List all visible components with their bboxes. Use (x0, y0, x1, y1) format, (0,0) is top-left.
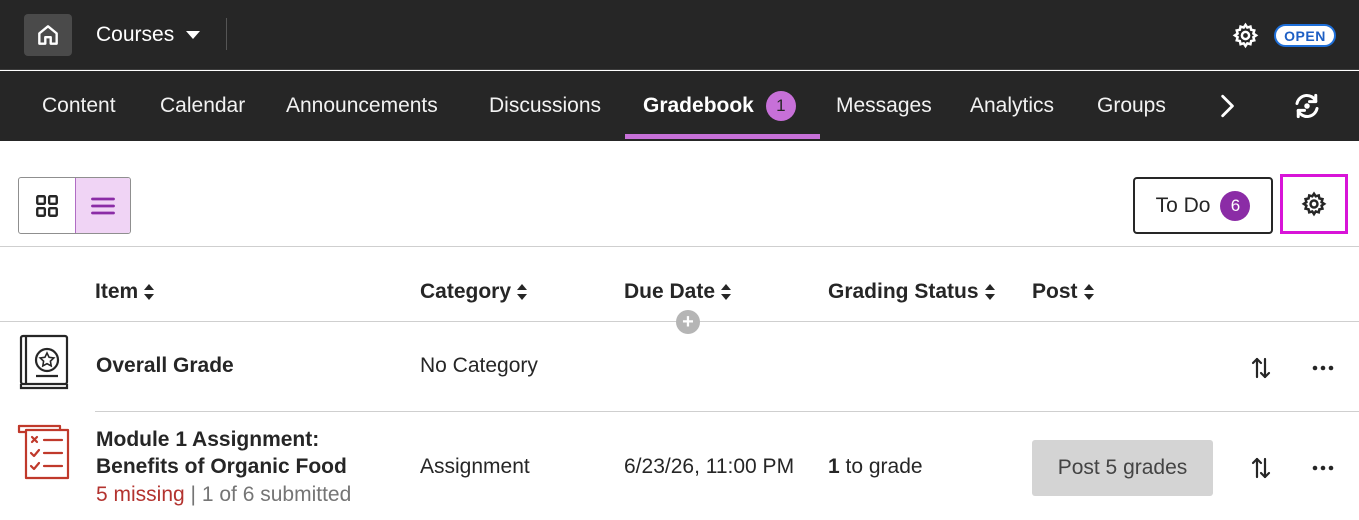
list-icon (90, 197, 115, 214)
chevron-right-icon[interactable] (1214, 93, 1240, 119)
item-category: No Category (420, 354, 538, 377)
todo-count-badge: 6 (1220, 190, 1251, 221)
header-label: Post (1032, 280, 1078, 303)
gear-icon[interactable] (1232, 22, 1259, 49)
item-name-line2[interactable]: Benefits of Organic Food (96, 455, 347, 479)
item-due-date: 6/23/26, 11:00 PM (624, 455, 795, 478)
top-bar: Courses OPEN (0, 0, 1359, 70)
grading-status[interactable]: 1 to grade (828, 455, 923, 479)
tab-messages[interactable]: Messages (836, 71, 932, 141)
grid-icon (35, 194, 58, 217)
add-column-button[interactable]: + (676, 310, 700, 334)
tab-analytics[interactable]: Analytics (970, 71, 1054, 141)
gear-icon (1301, 191, 1327, 217)
reorder-icon[interactable] (1249, 456, 1273, 480)
tab-discussions[interactable]: Discussions (489, 71, 601, 141)
more-options-icon[interactable] (1311, 456, 1335, 480)
missing-count[interactable]: 5 missing (96, 483, 185, 506)
assignment-checklist-icon (17, 424, 70, 480)
tab-calendar[interactable]: Calendar (160, 71, 245, 141)
gradebook-settings-button[interactable] (1280, 174, 1348, 234)
tab-groups[interactable]: Groups (1097, 71, 1166, 141)
item-name[interactable]: Overall Grade (96, 354, 234, 378)
submitted-count: 1 of 6 submitted (201, 483, 352, 506)
tab-label: Gradebook (643, 94, 754, 117)
status-badge[interactable]: OPEN (1274, 24, 1336, 47)
home-icon (38, 25, 58, 45)
submission-summary: 5 missing | 1 of 6 submitted (96, 483, 351, 507)
tab-gradebook[interactable]: Gradebook 1 (625, 71, 820, 141)
header-label: Due Date (624, 280, 716, 303)
item-name-line1[interactable]: Module 1 Assignment: (96, 428, 319, 452)
more-options-icon[interactable] (1311, 356, 1335, 380)
sync-icon[interactable] (1292, 91, 1322, 121)
grading-text: to grade (839, 455, 923, 478)
row-divider (95, 411, 1359, 412)
courses-label: Courses (96, 23, 175, 46)
overall-grade-book-icon (19, 334, 69, 390)
post-grades-button[interactable]: Post 5 grades (1032, 440, 1213, 496)
column-header-post[interactable]: Post (1032, 278, 1094, 306)
courses-menu-button[interactable]: Courses (96, 20, 201, 50)
tab-label: Announcements (286, 94, 438, 117)
sort-icon (1083, 284, 1094, 300)
tab-label: Analytics (970, 94, 1055, 117)
tab-announcements[interactable]: Announcements (286, 71, 438, 141)
grid-view-button[interactable] (19, 178, 75, 233)
todo-button[interactable]: To Do 6 (1133, 177, 1273, 234)
item-category: Assignment (420, 455, 530, 478)
header-label: Item (95, 280, 139, 303)
tab-label: Discussions (489, 94, 602, 117)
reorder-icon[interactable] (1249, 356, 1273, 380)
summary-separator: | (190, 483, 197, 506)
sort-icon (144, 284, 155, 300)
caret-down-icon (186, 31, 201, 39)
todo-label: To Do (1155, 193, 1211, 217)
sort-icon (517, 284, 528, 300)
list-view-button[interactable] (74, 178, 130, 233)
sort-icon (984, 284, 995, 300)
column-header-due-date[interactable]: Due Date (624, 278, 732, 306)
tab-content[interactable]: Content (42, 71, 116, 141)
home-button[interactable] (24, 14, 72, 56)
header-label: Grading Status (828, 280, 979, 303)
tab-label: Groups (1097, 94, 1166, 117)
column-header-item[interactable]: Item (95, 278, 155, 306)
header-label: Category (420, 280, 512, 303)
gradebook-count-badge: 1 (765, 91, 796, 121)
sort-icon (721, 284, 732, 300)
column-header-grading-status[interactable]: Grading Status (828, 278, 995, 306)
view-toggle (18, 177, 131, 234)
column-header-category[interactable]: Category (420, 278, 528, 306)
tab-label: Calendar (160, 94, 246, 117)
grading-count: 1 (828, 455, 840, 478)
toolbar-divider (0, 246, 1359, 247)
course-navigation: Content Calendar Announcements Discussio… (0, 71, 1359, 141)
top-divider (226, 18, 227, 50)
tab-label: Messages (836, 94, 932, 117)
tab-label: Content (42, 94, 116, 117)
plus-icon: + (682, 311, 694, 333)
